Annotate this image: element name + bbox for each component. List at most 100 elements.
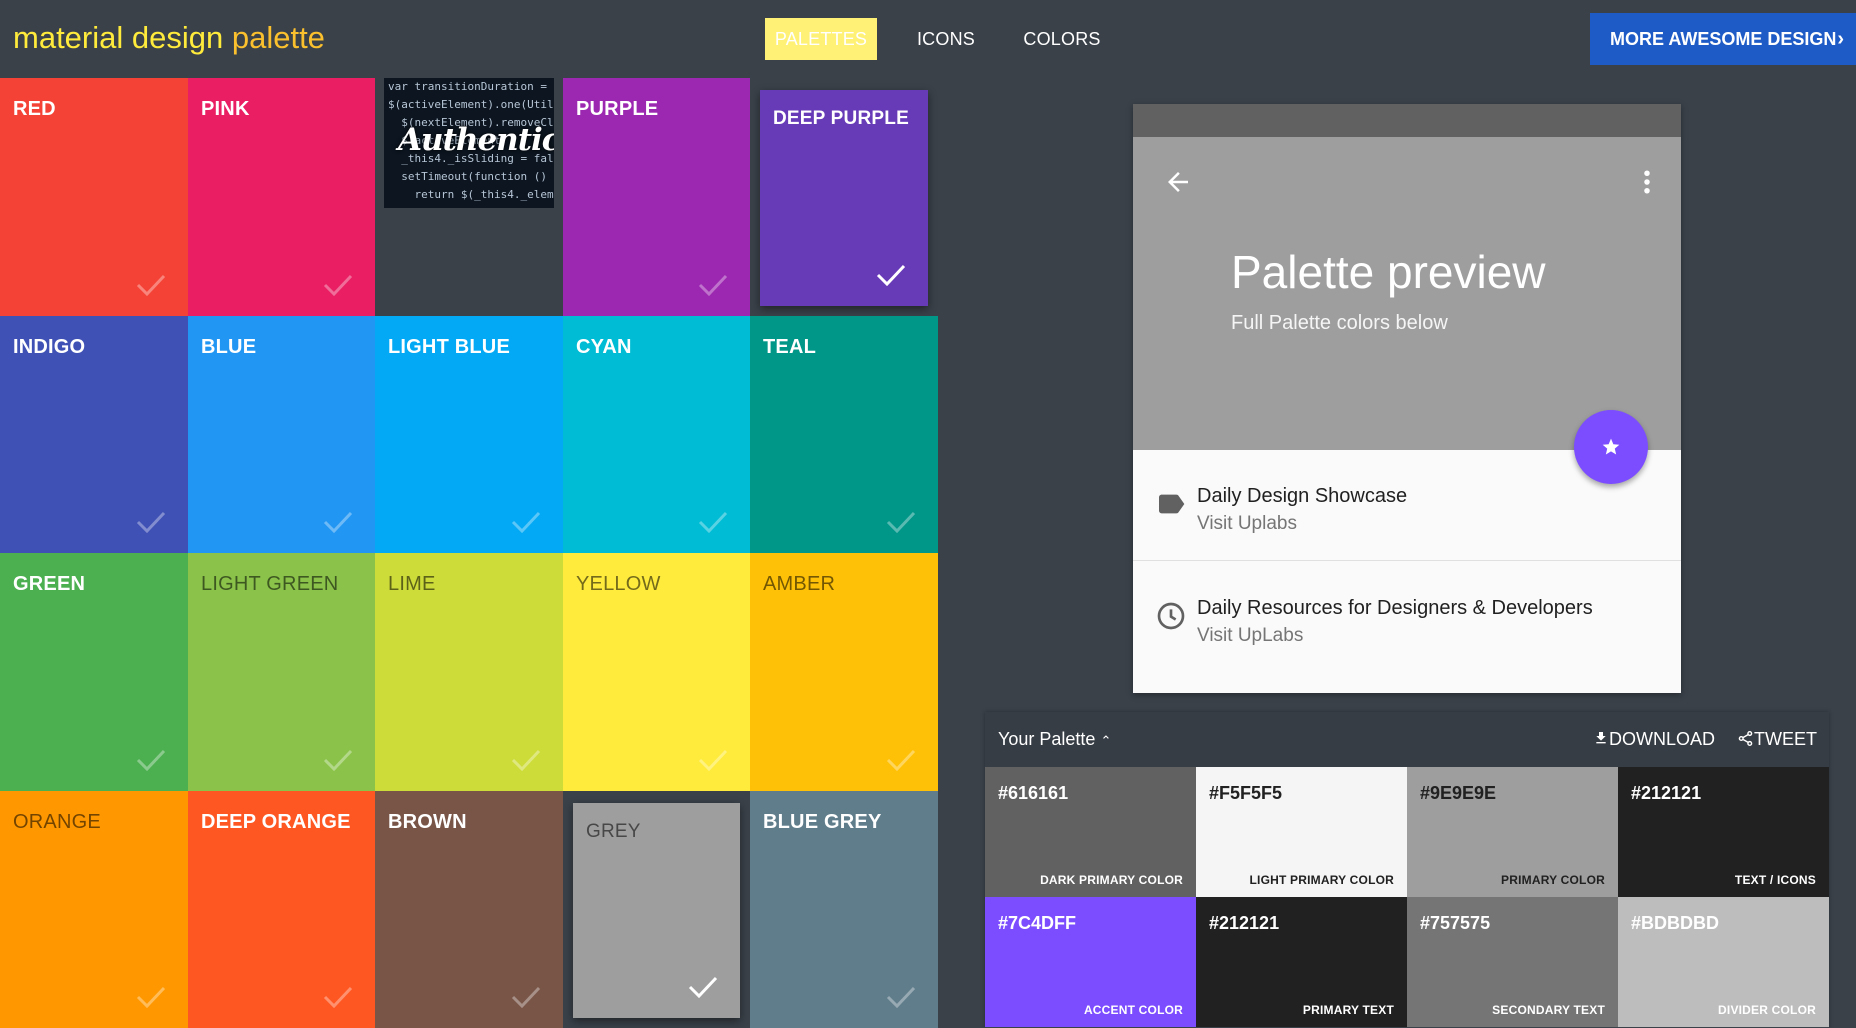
preview-title: Palette preview: [1231, 246, 1546, 298]
color-tile-orange[interactable]: ORANGE: [0, 791, 188, 1028]
color-tile-label: DEEP ORANGE: [201, 811, 351, 833]
nav-colors[interactable]: COLORS: [1013, 18, 1111, 60]
logo-accent: palette: [231, 20, 325, 55]
color-tile-label: GREY: [586, 821, 641, 842]
swatch-label: PRIMARY TEXT: [1302, 1003, 1394, 1017]
check-icon: [698, 274, 728, 296]
ad-code-line: }, 0): [388, 204, 554, 208]
swatch-label: LIGHT PRIMARY COLOR: [1249, 873, 1394, 887]
color-tile-deep-purple[interactable]: DEEP PURPLE: [760, 90, 928, 306]
chevron-up-icon: ⌃: [1100, 733, 1112, 748]
tweet-button[interactable]: TWEET: [1737, 729, 1817, 750]
swatch-hex: #9E9E9E: [1420, 783, 1497, 803]
color-tile-light-blue[interactable]: LIGHT BLUE: [375, 316, 563, 553]
color-tile-label: INDIGO: [13, 336, 86, 358]
swatch-hex: #7C4DFF: [998, 913, 1077, 933]
color-tile-label: TEAL: [763, 336, 817, 358]
color-tile-deep-orange[interactable]: DEEP ORANGE: [188, 791, 375, 1028]
color-tile-cyan[interactable]: CYAN: [563, 316, 750, 553]
palette-preview-card: Palette preview Full Palette colors belo…: [1133, 104, 1681, 693]
color-tile-lime[interactable]: LIME: [375, 553, 563, 791]
arrow-back-icon[interactable]: [1163, 167, 1193, 197]
label-icon: [1159, 494, 1185, 514]
preview-list-item[interactable]: Daily Resources for Designers & Develope…: [1133, 562, 1681, 673]
download-button[interactable]: DOWNLOAD: [1593, 729, 1715, 750]
palette-swatch[interactable]: #BDBDBD DIVIDER COLOR: [1618, 897, 1829, 1027]
your-palette-toggle[interactable]: Your Palette ⌃: [998, 729, 1111, 750]
check-icon: [323, 986, 353, 1008]
swatch-hex: #F5F5F5: [1209, 783, 1283, 803]
color-tile-label: PURPLE: [576, 98, 659, 120]
palette-swatch[interactable]: #212121 PRIMARY TEXT: [1196, 897, 1407, 1027]
color-tile-blue-grey[interactable]: BLUE GREY: [750, 791, 938, 1028]
color-tile-label: AMBER: [763, 573, 836, 595]
swatch-label: TEXT / ICONS: [1734, 873, 1816, 887]
swatch-label: PRIMARY COLOR: [1501, 873, 1605, 887]
color-tile-brown[interactable]: BROWN: [375, 791, 563, 1028]
nav-palettes[interactable]: PALETTES: [765, 18, 877, 60]
color-tile-teal[interactable]: TEAL: [750, 316, 938, 553]
color-tile-green[interactable]: GREEN: [0, 553, 188, 791]
clock-icon: [1157, 602, 1185, 630]
swatch-label: SECONDARY TEXT: [1492, 1003, 1605, 1017]
your-palette-header: Your Palette ⌃ DOWNLOAD TWEET: [985, 712, 1829, 767]
list-item-title: Daily Design Showcase: [1197, 485, 1408, 507]
ad-code-line: return $(_this4._element: [414, 188, 554, 201]
swatch-label: DARK PRIMARY COLOR: [1040, 873, 1183, 887]
color-tile-pink[interactable]: PINK: [188, 78, 375, 316]
check-icon: [886, 511, 916, 533]
nav-icons[interactable]: ICONS: [905, 18, 987, 60]
color-tile-label: GREEN: [13, 573, 86, 595]
list-item-title: Daily Resources for Designers & Develope…: [1197, 597, 1593, 619]
palette-swatch[interactable]: #F5F5F5 LIGHT PRIMARY COLOR: [1196, 767, 1407, 897]
fab-button[interactable]: [1574, 410, 1648, 484]
ad-brand: Authentic: [398, 122, 554, 158]
color-tile-yellow[interactable]: YELLOW: [563, 553, 750, 791]
swatch-label: DIVIDER COLOR: [1718, 1003, 1816, 1017]
check-icon: [136, 274, 166, 296]
palette-swatch[interactable]: #757575 SECONDARY TEXT: [1407, 897, 1618, 1027]
more-awesome-design-button[interactable]: MORE AWESOME DESIGN ›: [1590, 13, 1856, 65]
share-icon: [1738, 730, 1753, 747]
check-icon: [136, 511, 166, 533]
ad-code-line: var transitionDuration = Uti: [388, 80, 554, 93]
palette-swatch[interactable]: #9E9E9E PRIMARY COLOR: [1407, 767, 1618, 897]
check-icon: [136, 986, 166, 1008]
logo[interactable]: material design palette: [13, 20, 325, 56]
preview-app-bar: Palette preview Full Palette colors belo…: [1133, 137, 1681, 450]
color-tile-label: LIME: [388, 573, 436, 595]
color-tile-label: BLUE GREY: [763, 811, 882, 833]
color-tile-grey[interactable]: GREY: [573, 803, 740, 1018]
tweet-label: TWEET: [1754, 729, 1817, 749]
check-icon: [511, 986, 541, 1008]
check-icon: [323, 749, 353, 771]
color-tile-blue[interactable]: BLUE: [188, 316, 375, 553]
ad-code-line: setTimeout(function () {: [388, 170, 554, 183]
swatch-hex: #757575: [1420, 913, 1491, 933]
check-icon: [511, 511, 541, 533]
color-tile-red[interactable]: RED: [0, 78, 188, 316]
swatch-label: ACCENT COLOR: [1083, 1003, 1183, 1017]
color-tile-amber[interactable]: AMBER: [750, 553, 938, 791]
color-tile-indigo[interactable]: INDIGO: [0, 316, 188, 553]
check-icon: [136, 749, 166, 771]
color-tile-light-green[interactable]: LIGHT GREEN: [188, 553, 375, 791]
color-tile-purple[interactable]: PURPLE: [563, 78, 750, 316]
check-icon: [511, 749, 541, 771]
check-icon: [688, 976, 718, 998]
more-vert-icon[interactable]: [1641, 167, 1653, 197]
list-item-subtitle: Visit Uplabs: [1197, 513, 1297, 534]
swatch-hex: #212121: [1209, 913, 1280, 933]
check-icon: [698, 749, 728, 771]
sponsored-ad[interactable]: var transitionDuration = Uti $(activeElem…: [384, 78, 554, 208]
color-tile-label: DEEP PURPLE: [773, 108, 909, 129]
color-tile-label: PINK: [201, 98, 250, 120]
palette-swatch[interactable]: #616161 DARK PRIMARY COLOR: [985, 767, 1196, 897]
color-tile-label: LIGHT BLUE: [388, 336, 510, 358]
download-icon: [1596, 732, 1606, 744]
ad-code-line: $(activeElement).one(Util.TR: [388, 98, 554, 111]
color-tile-label: YELLOW: [576, 573, 661, 595]
palette-swatch[interactable]: #212121 TEXT / ICONS: [1618, 767, 1829, 897]
palette-swatch[interactable]: #7C4DFF ACCENT COLOR: [985, 897, 1196, 1027]
your-palette-title: Your Palette: [998, 729, 1096, 749]
